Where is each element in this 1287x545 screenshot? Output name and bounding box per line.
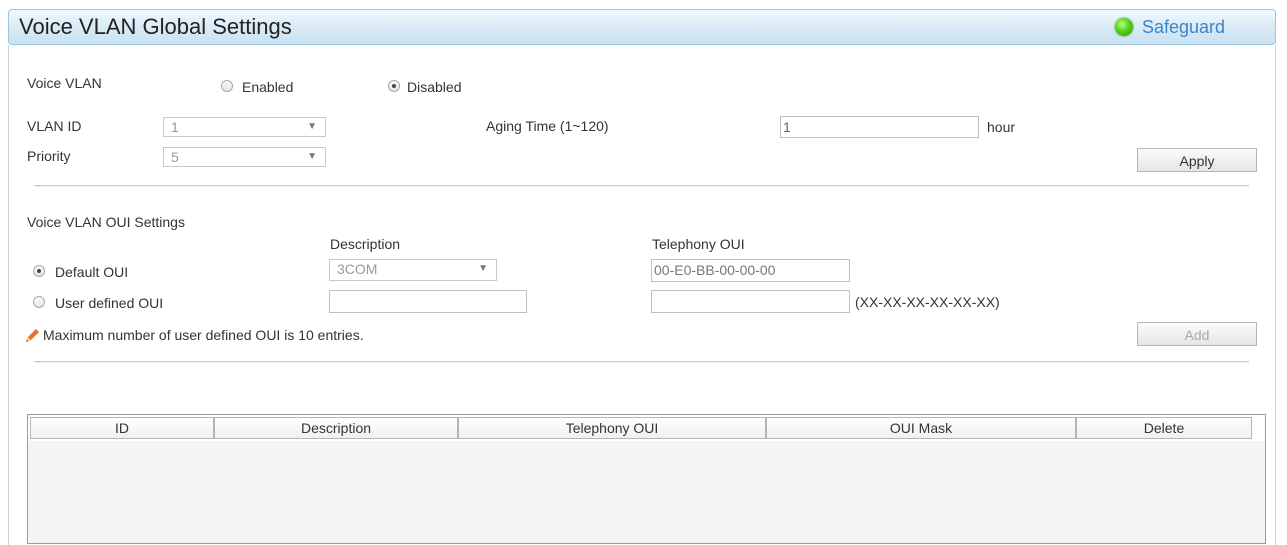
column-header-telephony-oui: Telephony OUI	[458, 417, 766, 439]
voice-vlan-enabled-radio[interactable]	[221, 80, 233, 92]
column-header-delete: Delete	[1076, 417, 1252, 439]
vlan-id-select[interactable]: 1 ▼	[163, 117, 326, 137]
aging-time-value: 1	[783, 119, 791, 135]
default-oui-radio[interactable]	[33, 265, 45, 277]
page-title: Voice VLAN Global Settings	[19, 14, 292, 39]
priority-value: 5	[171, 149, 179, 165]
default-telephony-oui-field: 00-E0-BB-00-00-00	[651, 259, 850, 282]
safeguard-label[interactable]: Safeguard	[1142, 17, 1225, 38]
column-header-description: Description	[214, 417, 458, 439]
voice-vlan-disabled-label[interactable]: Disabled	[407, 79, 461, 95]
priority-label: Priority	[27, 148, 71, 164]
aging-time-label: Aging Time (1~120)	[486, 118, 609, 134]
voice-vlan-label: Voice VLAN	[27, 75, 102, 91]
chevron-down-icon: ▼	[307, 121, 317, 132]
oui-format-hint: (XX-XX-XX-XX-XX-XX)	[855, 294, 1000, 310]
table-header: ID Description Telephony OUI OUI Mask De…	[28, 415, 1265, 441]
apply-button[interactable]: Apply	[1137, 148, 1257, 172]
user-description-input[interactable]	[329, 290, 527, 313]
column-header-oui-mask: OUI Mask	[766, 417, 1076, 439]
divider	[34, 361, 1249, 363]
divider	[34, 185, 1249, 187]
oui-limit-note: Maximum number of user defined OUI is 10…	[43, 327, 364, 343]
default-description-value: 3COM	[337, 261, 378, 277]
chevron-down-icon: ▼	[478, 263, 488, 274]
status-dot-icon	[1115, 18, 1133, 36]
aging-time-unit: hour	[987, 119, 1016, 135]
column-header-id: ID	[30, 417, 214, 439]
voice-vlan-disabled-radio[interactable]	[388, 80, 400, 92]
priority-select[interactable]: 5 ▼	[163, 147, 326, 167]
default-oui-label[interactable]: Default OUI	[55, 264, 128, 280]
telephony-oui-header: Telephony OUI	[652, 236, 745, 252]
vlan-id-label: VLAN ID	[27, 118, 82, 134]
page-header: Voice VLAN Global Settings Safeguard	[8, 9, 1276, 45]
add-button[interactable]: Add	[1137, 322, 1257, 346]
default-description-select[interactable]: 3COM ▼	[329, 259, 497, 281]
user-defined-oui-radio[interactable]	[33, 296, 45, 308]
oui-settings-title: Voice VLAN OUI Settings	[27, 214, 185, 230]
chevron-down-icon: ▼	[307, 151, 317, 162]
user-telephony-oui-input[interactable]	[651, 290, 850, 313]
description-header: Description	[330, 236, 401, 252]
default-telephony-oui-value: 00-E0-BB-00-00-00	[654, 262, 776, 278]
aging-time-input[interactable]: 1	[780, 116, 979, 138]
voice-vlan-enabled-label[interactable]: Enabled	[242, 79, 293, 95]
pencil-icon	[26, 329, 39, 342]
oui-table: ID Description Telephony OUI OUI Mask De…	[27, 414, 1266, 544]
user-defined-oui-label[interactable]: User defined OUI	[55, 295, 163, 311]
vlan-id-value: 1	[171, 119, 179, 135]
